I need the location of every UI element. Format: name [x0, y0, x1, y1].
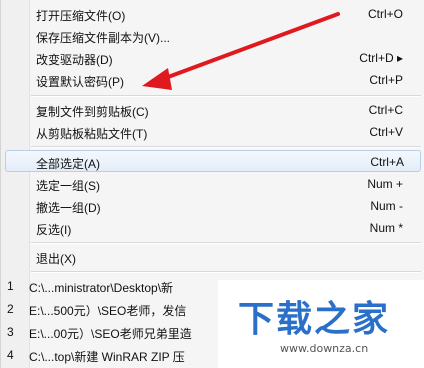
watermark-url: www.downza.cn [280, 342, 369, 355]
site-watermark-logo: 下载之家 www.downza.cn [218, 280, 424, 368]
watermark-title: 下载之家 [238, 299, 391, 340]
